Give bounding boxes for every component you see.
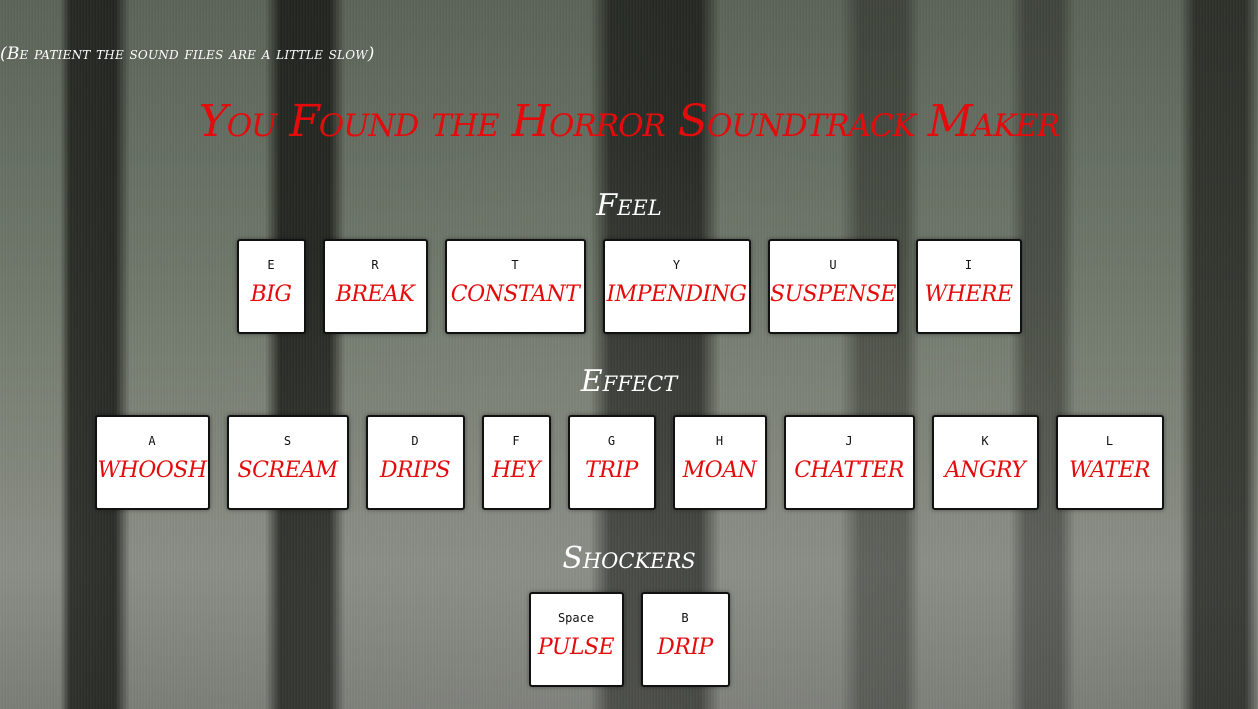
drum-key-y[interactable]: Y impending (602, 239, 751, 334)
drum-key-g[interactable]: G trip (567, 415, 656, 510)
key-letter: Y (672, 258, 681, 272)
key-letter: S (283, 434, 292, 448)
key-sound-label: moan (682, 458, 757, 483)
key-letter: I (964, 258, 973, 272)
key-letter: F (512, 434, 520, 448)
key-letter: K (981, 434, 989, 448)
drum-key-i[interactable]: I where (915, 239, 1022, 334)
drum-key-t[interactable]: T constant (444, 239, 586, 334)
key-sound-label: trip (585, 458, 638, 483)
section-heading-effect: Effect (580, 364, 678, 399)
key-sound-label: scream (237, 458, 338, 483)
shockers-keys-row: Space pulse B drip (0, 592, 1258, 687)
key-letter: J (845, 434, 853, 448)
drum-key-l[interactable]: L water (1055, 415, 1164, 510)
key-sound-label: water (1069, 458, 1151, 483)
drum-key-k[interactable]: K angry (931, 415, 1039, 510)
feel-keys-row: E big R break T constant Y impending U s… (0, 239, 1258, 334)
drum-key-a[interactable]: A whoosh (94, 415, 210, 510)
key-sound-label: hey (491, 458, 541, 483)
effect-keys-row: A whoosh S scream D drips F hey G trip H… (0, 415, 1258, 510)
section-heading-shockers: Shockers (562, 541, 696, 576)
loading-notice: (Be patient the sound files are a little… (0, 44, 375, 64)
key-letter: D (411, 434, 419, 448)
drum-key-u[interactable]: U suspense (767, 239, 899, 334)
key-letter: H (715, 434, 724, 448)
drum-key-r[interactable]: R break (322, 239, 428, 334)
drum-key-space[interactable]: Space pulse (528, 592, 624, 687)
drum-key-e[interactable]: E big (236, 239, 306, 334)
section-heading-feel: Feel (596, 188, 662, 223)
key-letter: E (267, 258, 275, 272)
key-sound-label: drip (657, 635, 713, 660)
key-sound-label: chatter (794, 458, 904, 483)
drum-key-h[interactable]: H moan (672, 415, 767, 510)
key-letter: R (371, 258, 379, 272)
key-sound-label: whoosh (97, 458, 207, 483)
key-letter: Space (557, 611, 595, 625)
key-sound-label: impending (606, 282, 747, 307)
drum-key-s[interactable]: S scream (226, 415, 349, 510)
drum-key-d[interactable]: D drips (365, 415, 465, 510)
key-letter: T (511, 258, 519, 272)
key-letter: A (148, 434, 156, 448)
key-sound-label: pulse (537, 635, 615, 660)
drum-key-b[interactable]: B drip (640, 592, 730, 687)
key-sound-label: angry (944, 458, 1026, 483)
key-sound-label: drips (379, 458, 451, 483)
drum-key-f[interactable]: F hey (481, 415, 551, 510)
key-letter: G (607, 434, 616, 448)
key-sound-label: where (924, 282, 1013, 307)
page-title: You Found the Horror Soundtrack Maker (198, 96, 1061, 147)
key-sound-label: break (335, 282, 415, 307)
drum-key-j[interactable]: J chatter (783, 415, 915, 510)
key-sound-label: constant (450, 282, 580, 307)
key-letter: B (681, 611, 689, 625)
key-letter: L (1105, 434, 1114, 448)
key-sound-label: big (250, 282, 292, 307)
key-sound-label: suspense (770, 282, 896, 307)
key-letter: U (829, 258, 837, 272)
